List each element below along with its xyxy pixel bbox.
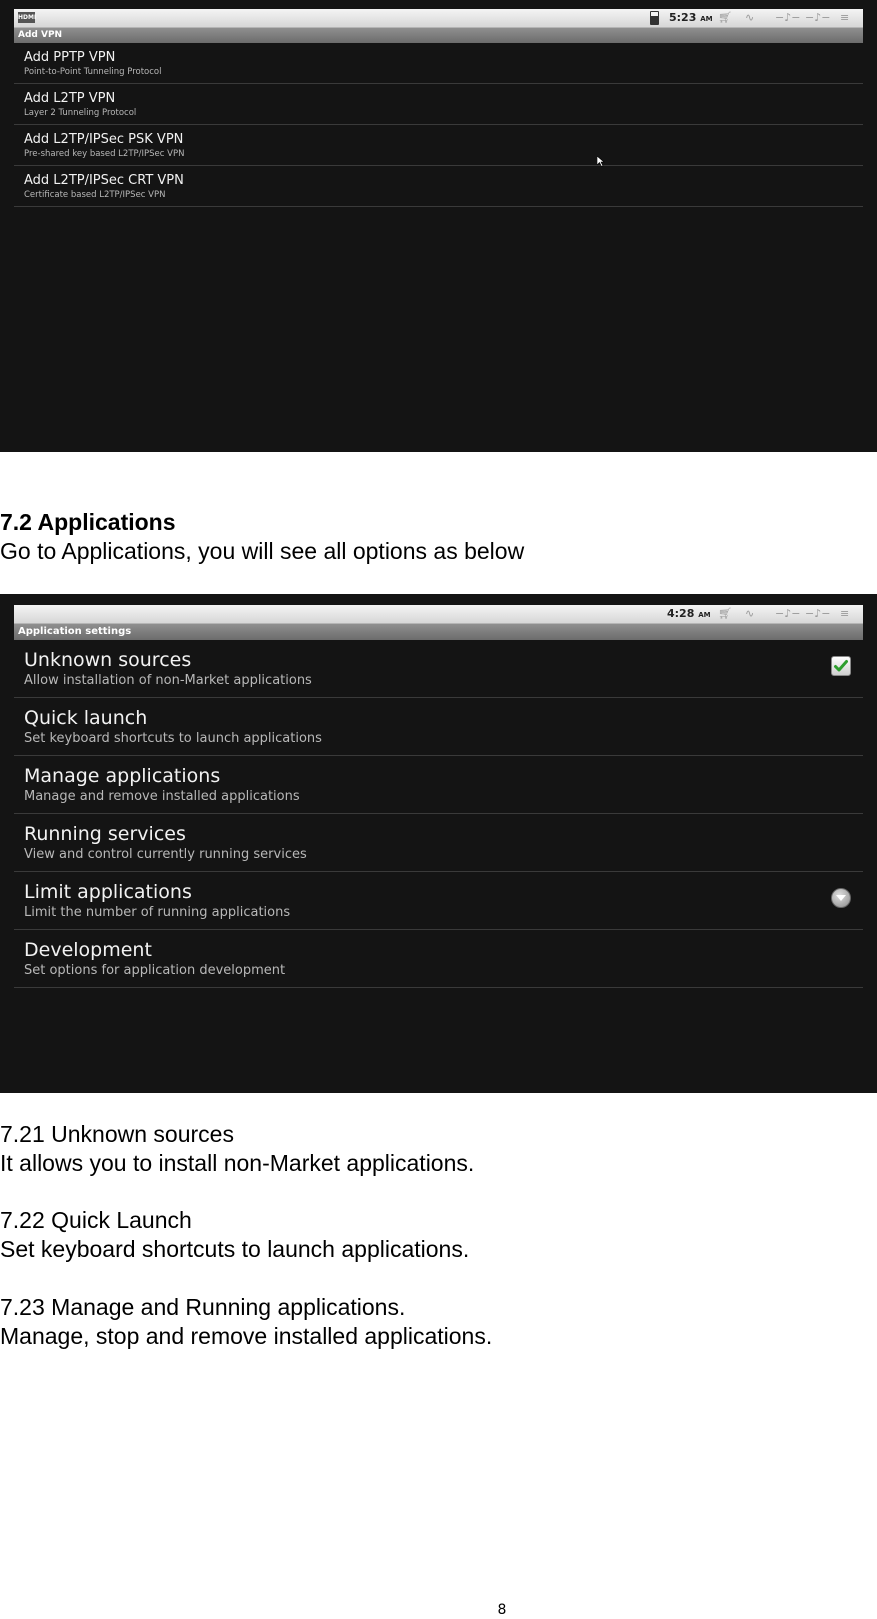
section-heading-applications: 7.2 Applications [0,509,176,535]
item-subtitle: Allow installation of non-Market applica… [24,673,312,688]
list-item-development[interactable]: Development Set options for application … [14,930,863,988]
item-title: Quick launch [24,707,148,729]
list-item-add-l2tp-vpn[interactable]: Add L2TP VPN Layer 2 Tunneling Protocol [14,84,863,125]
volume-down-icon[interactable]: −♪− [775,607,800,621]
signal-wave-icon: ∿ [745,607,755,620]
add-vpn-screenshot: HDMI 5:23 AM 🛒︎ ∿ −♪− −♪− ≡ Add VPN Add … [0,0,877,452]
item-subtitle: Point-to-Point Tunneling Protocol [24,67,162,77]
screen-title: Application settings [14,624,863,640]
volume-up-icon[interactable]: −♪− [805,607,830,621]
application-settings-list: Unknown sources Allow installation of no… [14,640,863,988]
item-subtitle: Set options for application development [24,963,286,978]
menu-icon[interactable]: ≡ [840,607,849,621]
signal-wave-icon: ∿ [745,11,755,24]
menu-icon[interactable]: ≡ [840,11,849,25]
item-title: Running services [24,823,186,845]
item-title: Manage applications [24,765,221,787]
item-subtitle: Pre-shared key based L2TP/IPSec VPN [24,149,185,159]
cart-icon: 🛒︎ [718,11,732,24]
item-title: Add L2TP/IPSec CRT VPN [24,173,184,188]
application-settings-screenshot: 4:28 AM 🛒︎ ∿ −♪− −♪− ≡ Application setti… [0,594,877,1093]
item-subtitle: Certificate based L2TP/IPSec VPN [24,190,166,200]
cart-icon: 🛒︎ [718,607,732,620]
section-intro: Go to Applications, you will see all opt… [0,538,525,564]
limit-applications-dropdown[interactable] [831,888,851,908]
item-title: Development [24,939,152,961]
section-heading-unknown-sources: 7.21 Unknown sources [0,1121,234,1147]
chevron-down-icon [836,895,846,901]
volume-down-icon[interactable]: −♪− [775,11,800,25]
unknown-sources-checkbox[interactable] [831,656,851,676]
list-item-add-l2tp-ipsec-psk-vpn[interactable]: Add L2TP/IPSec PSK VPN Pre-shared key ba… [14,125,863,166]
vpn-list: Add PPTP VPN Point-to-Point Tunneling Pr… [14,43,863,207]
mouse-cursor-icon [597,156,605,167]
item-subtitle: Set keyboard shortcuts to launch applica… [24,731,322,746]
item-title: Add L2TP VPN [24,91,116,106]
section-heading-quick-launch: 7.22 Quick Launch [0,1207,192,1233]
item-subtitle: Manage and remove installed applications [24,789,300,804]
status-bar: HDMI 5:23 AM 🛒︎ ∿ −♪− −♪− ≡ [14,9,863,28]
section-body-manage-running: Manage, stop and remove installed applic… [0,1323,493,1349]
status-clock: 5:23 AM [669,11,713,24]
item-subtitle: Limit the number of running applications [24,905,291,920]
list-item-running-services[interactable]: Running services View and control curren… [14,814,863,872]
battery-icon [650,11,659,25]
item-title: Unknown sources [24,649,192,671]
list-item-manage-applications[interactable]: Manage applications Manage and remove in… [14,756,863,814]
page-number: 8 [497,1602,507,1618]
list-item-add-pptp-vpn[interactable]: Add PPTP VPN Point-to-Point Tunneling Pr… [14,43,863,84]
item-title: Add PPTP VPN [24,50,116,65]
volume-up-icon[interactable]: −♪− [805,11,830,25]
hdmi-icon: HDMI [18,12,37,23]
list-item-add-l2tp-ipsec-crt-vpn[interactable]: Add L2TP/IPSec CRT VPN Certificate based… [14,166,863,207]
item-title: Limit applications [24,881,192,903]
item-subtitle: Layer 2 Tunneling Protocol [24,108,137,118]
item-subtitle: View and control currently running servi… [24,847,307,862]
status-bar: 4:28 AM 🛒︎ ∿ −♪− −♪− ≡ [14,605,863,624]
section-heading-manage-running: 7.23 Manage and Running applications. [0,1294,406,1320]
list-item-quick-launch[interactable]: Quick launch Set keyboard shortcuts to l… [14,698,863,756]
section-body-unknown-sources: It allows you to install non-Market appl… [0,1150,475,1176]
checkmark-icon [834,660,848,672]
status-clock: 4:28 AM [667,607,711,620]
list-item-unknown-sources[interactable]: Unknown sources Allow installation of no… [14,640,863,698]
section-body-quick-launch: Set keyboard shortcuts to launch applica… [0,1236,470,1262]
list-item-limit-applications[interactable]: Limit applications Limit the number of r… [14,872,863,930]
screen-title: Add VPN [14,28,863,43]
item-title: Add L2TP/IPSec PSK VPN [24,132,184,147]
